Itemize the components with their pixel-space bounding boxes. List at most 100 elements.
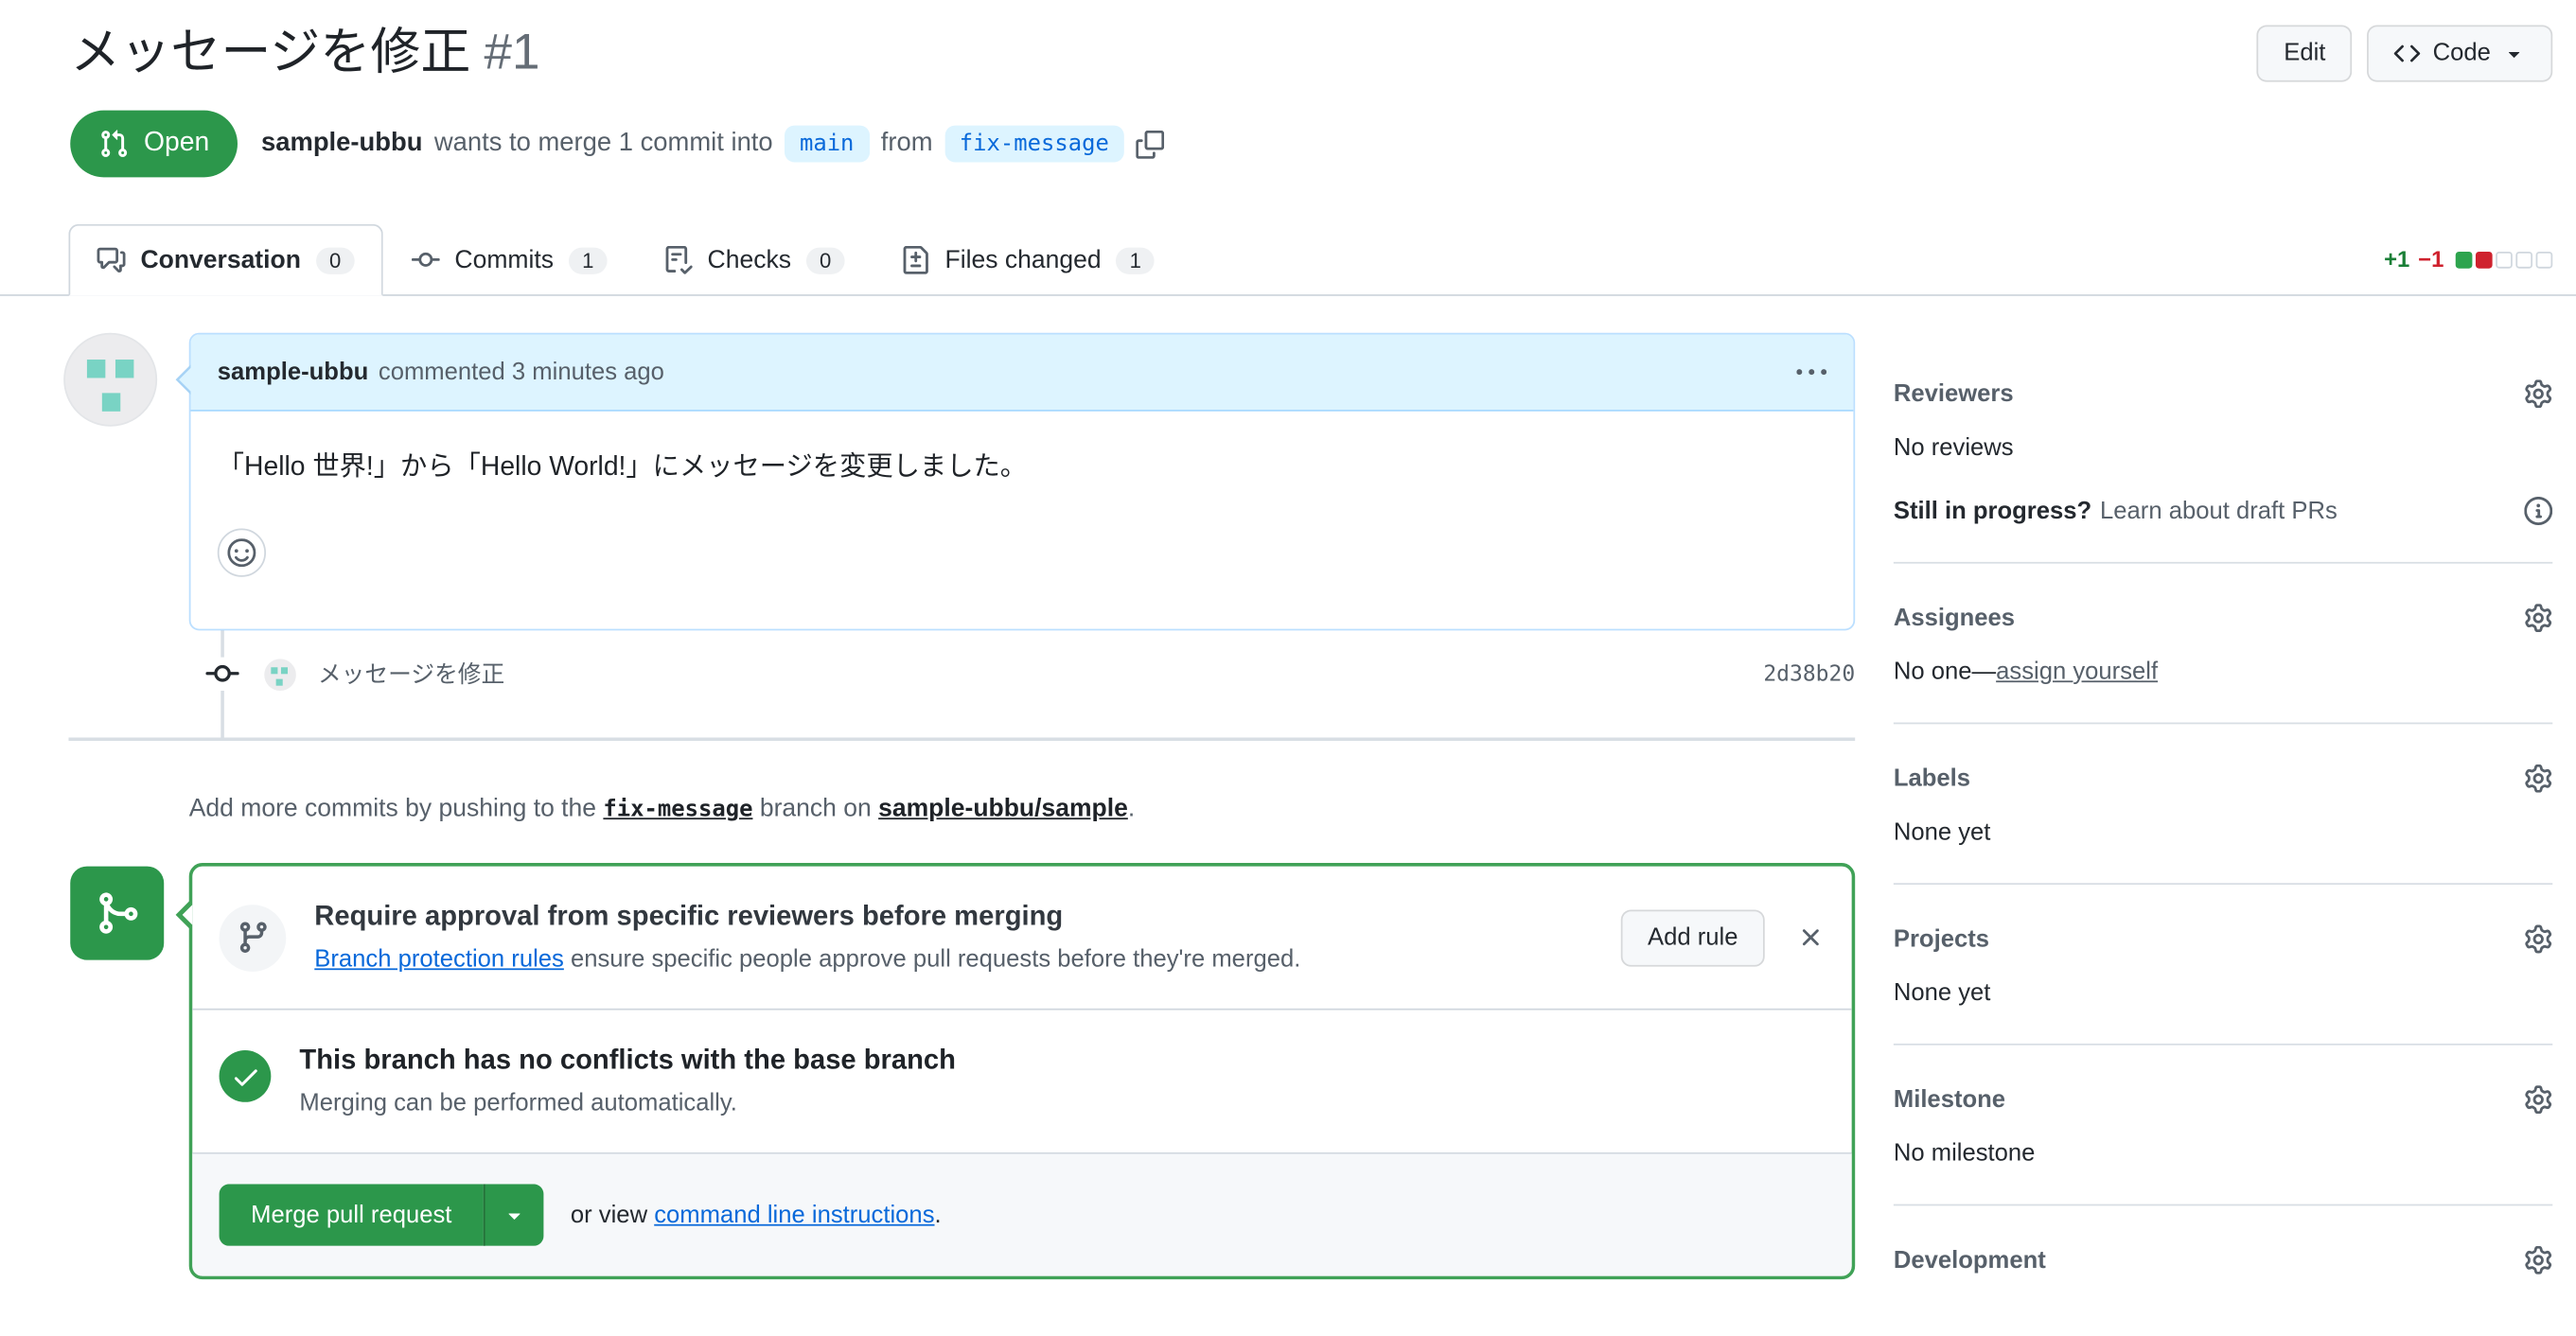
tab-files-changed-count: 1 (1116, 246, 1156, 273)
commit-author-avatar[interactable] (264, 658, 296, 691)
git-commit-icon (411, 246, 439, 274)
git-commit-icon (205, 657, 239, 691)
comment-author-link[interactable]: sample-ubbu (218, 359, 368, 385)
git-branch-icon (235, 920, 270, 955)
commit-message-link[interactable]: メッセージを修正 (318, 658, 504, 691)
base-branch-label[interactable]: main (785, 125, 870, 163)
add-rule-label: Add rule (1647, 923, 1738, 951)
reviewers-gear-button[interactable] (2524, 379, 2552, 408)
sidebar-section-assignees: Assignees No one—assign yourself (1893, 564, 2553, 725)
edit-button-label: Edit (2284, 40, 2326, 67)
cli-period: . (934, 1201, 942, 1229)
gear-icon (2524, 1246, 2552, 1274)
comment-menu-button[interactable] (1796, 357, 1826, 387)
head-branch-label[interactable]: fix-message (944, 125, 1124, 163)
development-heading: Development (1893, 1246, 2046, 1274)
cli-instructions-text: or view command line instructions. (571, 1202, 942, 1228)
diffstat-block-neutral (2535, 251, 2553, 268)
tab-checks-label: Checks (707, 245, 791, 274)
pr-title-text: メッセージを修正 (70, 25, 471, 80)
draft-question-text: Still in progress? (1893, 497, 2092, 525)
code-button[interactable]: Code (2367, 25, 2553, 82)
diffstat-block-deleted (2475, 251, 2493, 268)
pr-author-link[interactable]: sample-ubbu (261, 129, 422, 159)
gear-icon (2524, 1085, 2552, 1114)
comment-discussion-icon (97, 246, 126, 274)
branch-protection-icon-circle (219, 904, 287, 972)
edit-button[interactable]: Edit (2256, 25, 2353, 82)
tab-conversation-label: Conversation (140, 245, 301, 274)
commit-sha-link[interactable]: 2d38b20 (1763, 661, 1855, 687)
learn-draft-prs-link[interactable]: Learn about draft PRs (2100, 498, 2338, 524)
projects-heading: Projects (1893, 925, 1990, 953)
merge-text-before-base: wants to merge 1 commit into (433, 129, 773, 158)
merge-options-dropdown[interactable] (483, 1184, 544, 1246)
push-note-before: Add more commits by pushing to the (188, 794, 597, 823)
comment-meta: commented 3 minutes ago (378, 359, 664, 386)
push-note-middle: branch on (759, 794, 872, 823)
assignees-gear-button[interactable] (2524, 604, 2552, 632)
dismiss-protection-button[interactable] (1796, 923, 1825, 952)
command-line-instructions-link[interactable]: command line instructions (654, 1202, 934, 1228)
pr-header: Edit Code メッセージを修正 #1 Open sample-ubbu wa… (0, 0, 2576, 178)
github-pr-page: Edit Code メッセージを修正 #1 Open sample-ubbu wa… (0, 0, 2576, 1336)
tab-commits-label: Commits (454, 245, 555, 274)
assignees-empty-text: No one— (1893, 659, 1997, 686)
code-button-label: Code (2432, 40, 2491, 67)
comment-text: 「Hello 世界!」から「Hello World!」にメッセージを変更しました… (217, 453, 1028, 483)
pr-meta-text: sample-ubbu wants to merge 1 commit into… (261, 125, 1164, 163)
sidebar-section-milestone: Milestone No milestone (1893, 1046, 2553, 1206)
diffstat[interactable]: +1 −1 (2384, 247, 2553, 272)
merge-pull-request-button[interactable]: Merge pull request (219, 1184, 484, 1246)
sidebar-section-reviewers: Reviewers No reviews Still in progress? L… (1893, 377, 2553, 564)
code-icon (2394, 40, 2421, 66)
comment-header: sample-ubbu commented 3 minutes ago (190, 334, 1854, 412)
projects-gear-button[interactable] (2524, 924, 2552, 953)
git-pull-request-icon (98, 129, 129, 159)
draft-info-button[interactable] (2524, 497, 2552, 525)
gear-icon (2524, 379, 2552, 408)
push-note-repo-link[interactable]: sample-ubbu/sample (878, 795, 1128, 823)
merge-text-before-head: from (880, 129, 933, 158)
timeline-end-divider (68, 737, 1856, 742)
reviewers-empty-text: No reviews (1893, 434, 2014, 462)
open-state-label: Open (144, 129, 210, 158)
branch-protection-row: Require approval from specific reviewers… (192, 867, 1851, 1009)
kebab-icon (1796, 357, 1826, 387)
branch-protection-rules-link[interactable]: Branch protection rules (314, 946, 564, 973)
commit-row: メッセージを修正 2d38b20 (205, 651, 1855, 697)
pr-description-comment: sample-ubbu commented 3 minutes ago 「Hel… (175, 332, 1856, 631)
page-title: メッセージを修正 #1 (70, 20, 2552, 85)
copy-branch-button[interactable] (1136, 130, 1164, 158)
no-conflicts-subtitle: Merging can be performed automatically. (299, 1090, 737, 1117)
tab-conversation[interactable]: Conversation 0 (68, 223, 383, 296)
tab-files-changed[interactable]: Files changed 1 (873, 224, 1184, 296)
mergeability-row: This branch has no conflicts with the ba… (192, 1011, 1851, 1152)
merge-box: Require approval from specific reviewers… (175, 863, 1856, 1280)
no-conflicts-title: This branch has no conflicts with the ba… (299, 1045, 956, 1076)
gear-icon (2524, 765, 2552, 793)
tab-checks[interactable]: Checks 0 (636, 224, 873, 296)
sidebar-section-projects: Projects None yet (1893, 885, 2553, 1046)
diffstat-block-neutral (2496, 251, 2513, 268)
check-icon (230, 1061, 260, 1091)
branch-protection-title: Require approval from specific reviewers… (314, 901, 1064, 932)
assignees-heading: Assignees (1893, 604, 2016, 632)
milestone-empty-text: No milestone (1893, 1140, 2036, 1168)
add-rule-button[interactable]: Add rule (1620, 908, 1765, 966)
development-gear-button[interactable] (2524, 1246, 2552, 1274)
assign-yourself-link[interactable]: assign yourself (1996, 659, 2158, 685)
avatar[interactable] (63, 332, 158, 427)
add-reaction-button[interactable] (217, 528, 267, 577)
triangle-down-icon (2502, 42, 2526, 65)
merge-status-badge (70, 866, 165, 960)
check-circle (219, 1050, 272, 1102)
diffstat-block-added (2455, 251, 2473, 268)
checklist-icon (664, 246, 693, 274)
milestone-gear-button[interactable] (2524, 1085, 2552, 1114)
tab-commits[interactable]: Commits 1 (382, 224, 635, 296)
branch-protection-description: Branch protection rules ensure specific … (314, 946, 1594, 973)
reviewers-heading: Reviewers (1893, 380, 2014, 408)
labels-gear-button[interactable] (2524, 765, 2552, 793)
push-note-branch: fix-message (603, 796, 753, 823)
